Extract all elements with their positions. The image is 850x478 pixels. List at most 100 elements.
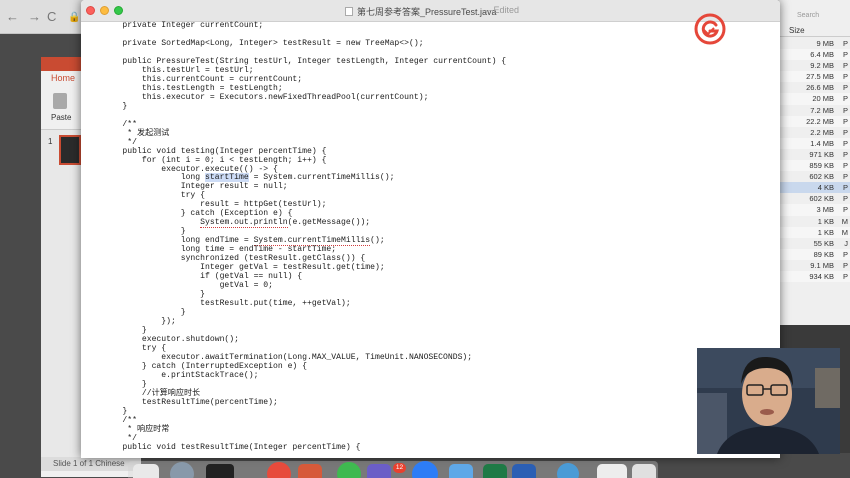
finder-row[interactable]: 55 KB J xyxy=(779,238,850,249)
file-size: 9.2 MB xyxy=(810,61,834,71)
file-kind: P xyxy=(842,183,848,193)
finder-row[interactable]: 602 KB P xyxy=(779,171,850,182)
finder-row[interactable]: 602 KB P xyxy=(779,193,850,204)
file-kind: P xyxy=(842,205,848,215)
finder-row[interactable]: 22.2 MB P xyxy=(779,115,850,127)
code-line: this.executor = Executors.newFixedThread… xyxy=(103,92,429,102)
code-line: * 发起测试 xyxy=(103,128,170,138)
ppt-tab-home[interactable]: Home xyxy=(51,73,75,83)
fullscreen-window-button[interactable] xyxy=(114,6,123,15)
code-line: testResultTime(percentTime); xyxy=(103,397,278,407)
finder-row[interactable]: 20 MB P xyxy=(779,93,850,105)
file-size: 9 MB xyxy=(816,39,834,48)
code-line: }); xyxy=(103,316,176,326)
ppt-status-bar: Slide 1 of 1 Chinese xyxy=(41,457,141,471)
finder-row[interactable]: 1 KB M xyxy=(779,226,850,238)
file-kind: P xyxy=(842,72,848,82)
code-line: testResult.put(time, ++getVal); xyxy=(103,299,351,309)
file-size: 89 KB xyxy=(813,249,834,259)
presenter-webcam-video xyxy=(697,348,840,454)
finder-row[interactable]: 971 KB P xyxy=(779,149,850,160)
lock-icon: 🔒 xyxy=(68,12,81,23)
file-kind: P xyxy=(842,271,848,281)
code-line: } xyxy=(103,406,128,416)
file-kind: P xyxy=(842,61,848,71)
finder-row[interactable]: 27.5 MB P xyxy=(779,71,850,83)
finder-row[interactable]: 26.6 MB P xyxy=(779,82,850,93)
selected-text: startTime xyxy=(205,173,249,183)
document-icon xyxy=(345,7,353,16)
finder-row[interactable]: 89 KB P xyxy=(779,248,850,260)
file-size: 6.4 MB xyxy=(810,50,834,60)
finder-row[interactable]: 1 KB M xyxy=(779,216,850,227)
file-kind: P xyxy=(842,161,848,171)
clipboard-icon[interactable] xyxy=(53,93,67,109)
file-size: 971 KB xyxy=(809,149,834,159)
file-kind: M xyxy=(841,216,848,226)
code-line: public void testResultTime(Integer perce… xyxy=(103,442,361,452)
code-line: private Integer currentCount; xyxy=(103,21,264,30)
file-kind: P xyxy=(842,138,848,148)
file-size: 1.4 MB xyxy=(810,138,834,148)
ppt-paste-label[interactable]: Paste xyxy=(51,113,71,122)
finder-file-list: 9 MB P 6.4 MB P 9.2 MB P 27.5 MB P 26.6 MB P 20 MB… xyxy=(779,38,850,283)
reload-icon[interactable]: C xyxy=(47,9,56,24)
background-finder-window: Search Size 9 MB P 6.4 MB P 9.2 MB P 27.5 MB P 2… xyxy=(779,0,850,325)
finder-row[interactable]: 4 KB P xyxy=(779,182,850,194)
file-size: 1 KB xyxy=(817,216,834,226)
back-arrow-icon[interactable]: ← xyxy=(6,9,19,24)
file-size: 20 MB xyxy=(812,94,834,104)
file-size: 26.6 MB xyxy=(806,83,834,93)
file-size: 22.2 MB xyxy=(806,116,834,126)
file-kind: P xyxy=(842,249,848,259)
finder-row[interactable]: 6.4 MB P xyxy=(779,49,850,61)
finder-row[interactable]: 3 MB P xyxy=(779,204,850,216)
code-text-area[interactable]: private Integer currentCount; private So… xyxy=(103,21,763,453)
code-line: System.out.println(e.getMessage()); xyxy=(200,218,371,229)
file-size: 27.5 MB xyxy=(806,72,834,82)
file-size: 602 KB xyxy=(809,194,834,204)
editor-title-bar[interactable]: 第七周参考答案_PressureTest.java — Edited xyxy=(81,0,780,22)
minimize-window-button[interactable] xyxy=(100,6,109,15)
file-kind: P xyxy=(842,94,848,104)
file-kind: P xyxy=(842,172,848,182)
file-kind: P xyxy=(842,149,848,159)
file-kind: P xyxy=(842,50,848,60)
finder-row[interactable]: 859 KB P xyxy=(779,160,850,172)
file-size: 602 KB xyxy=(809,172,834,182)
finder-search-field[interactable]: Search xyxy=(797,12,819,19)
spelling-underline: System.out.println xyxy=(200,218,288,229)
finder-row[interactable]: 2.2 MB P xyxy=(779,127,850,138)
file-kind: P xyxy=(842,105,848,115)
code-line: /** xyxy=(103,415,137,425)
forward-arrow-icon[interactable]: → xyxy=(28,9,41,24)
size-column-label[interactable]: Size xyxy=(789,26,805,35)
notification-badge: 12 xyxy=(393,463,406,473)
file-size: 9.1 MB xyxy=(810,260,834,270)
finder-row[interactable]: 9 MB P xyxy=(779,38,850,49)
file-size: 859 KB xyxy=(809,161,834,171)
file-kind: M xyxy=(841,227,848,237)
file-size: 55 KB xyxy=(813,238,834,248)
ppt-slide-number: 1 xyxy=(48,137,53,146)
code-line: /** xyxy=(103,119,137,129)
code-line: } xyxy=(103,101,128,111)
file-size: 1 KB xyxy=(817,227,834,237)
finder-column-header[interactable]: Size xyxy=(779,25,850,37)
ppt-slide-thumbnail[interactable] xyxy=(59,135,81,165)
code-line: private SortedMap<Long, Integer> testRes… xyxy=(103,38,424,48)
finder-row[interactable]: 934 KB P xyxy=(779,270,850,283)
close-window-button[interactable] xyxy=(86,6,95,15)
code-line: executor.shutdown(); xyxy=(103,334,239,344)
brand-logo-icon xyxy=(694,13,726,45)
finder-row[interactable]: 7.2 MB P xyxy=(779,105,850,116)
code-line: } xyxy=(103,379,147,389)
file-size: 2.2 MB xyxy=(810,127,834,137)
finder-row[interactable]: 1.4 MB P xyxy=(779,137,850,149)
file-kind: P xyxy=(842,116,848,126)
file-size: 3 MB xyxy=(816,205,834,215)
finder-row[interactable]: 9.1 MB P xyxy=(779,260,850,271)
file-kind: J xyxy=(844,238,848,248)
finder-row[interactable]: 9.2 MB P xyxy=(779,60,850,71)
file-size: 4 KB xyxy=(817,183,834,193)
